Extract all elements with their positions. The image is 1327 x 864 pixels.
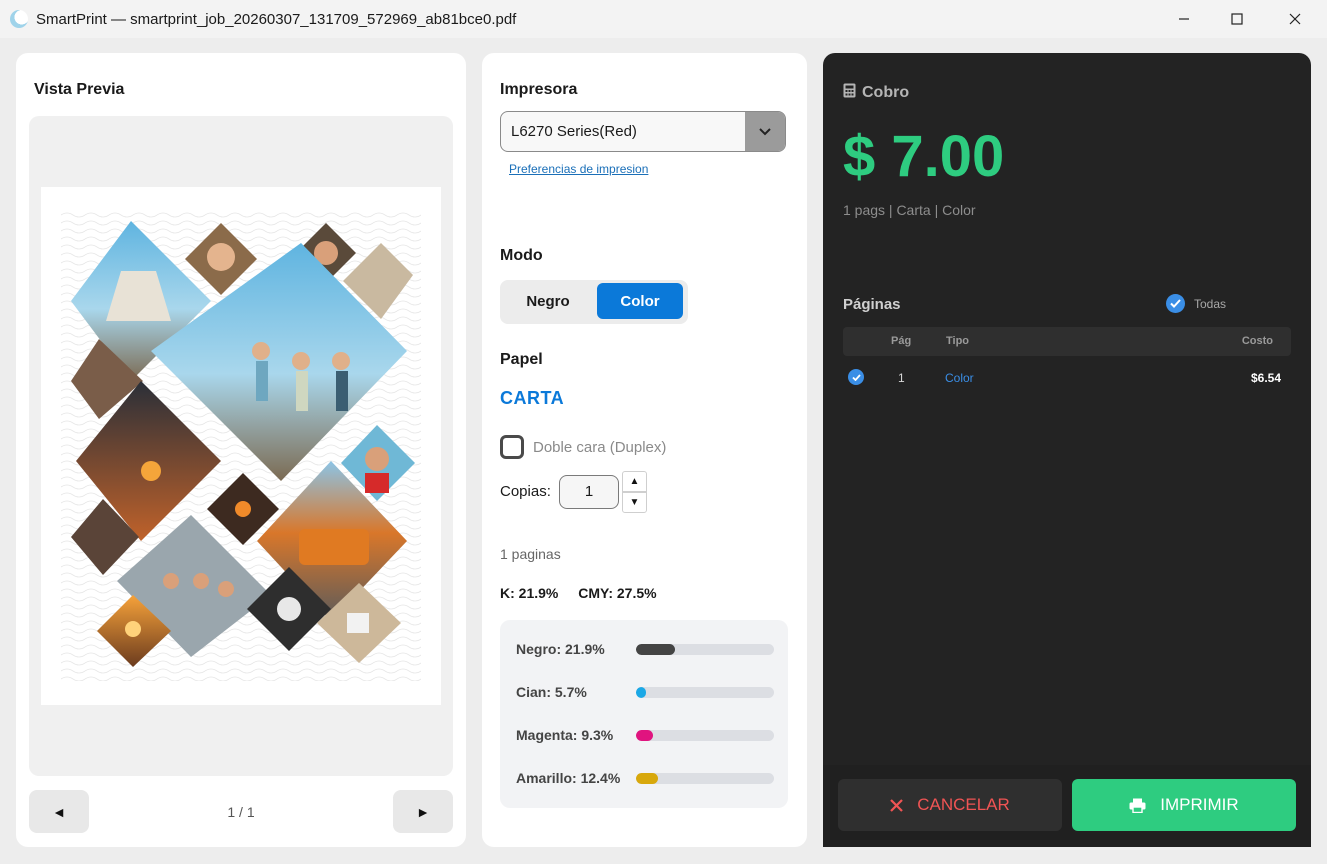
printer-select[interactable]: L6270 Series(Red)	[500, 111, 786, 152]
ink-label: Cian: 5.7%	[516, 684, 587, 700]
printer-select-value: L6270 Series(Red)	[511, 123, 637, 140]
close-icon	[890, 798, 903, 812]
mode-toggle-group: Negro Color	[500, 280, 688, 324]
ink-label: Amarillo: 12.4%	[516, 770, 621, 786]
coverage-cmy: CMY: 27.5%	[578, 585, 657, 601]
duplex-checkbox[interactable]	[500, 435, 524, 459]
billing-title: Cobro	[843, 83, 909, 103]
minimize-icon	[1179, 18, 1189, 20]
window-title: SmartPrint — smartprint_job_20260307_131…	[36, 10, 517, 28]
minimize-button[interactable]	[1157, 0, 1211, 38]
cancel-button-label: CANCELAR	[917, 795, 1010, 814]
copies-increment-button[interactable]: ▲	[622, 471, 647, 492]
billing-panel: Cobro $ 7.00 1 pags | Carta | Color Pági…	[823, 53, 1311, 847]
billing-title-text: Cobro	[862, 84, 910, 101]
ink-bar-fill	[636, 730, 653, 741]
preview-panel: Vista Previa ◄ 1 / 1 ►	[16, 53, 466, 847]
document-page-preview	[41, 187, 441, 705]
row-type: Color	[945, 371, 974, 385]
column-header-cost: Costo	[1241, 335, 1273, 347]
ink-levels-card: Negro: 21.9% Cian: 5.7% Magenta: 9.3% Am…	[500, 620, 788, 808]
next-page-button[interactable]: ►	[393, 790, 453, 833]
ink-bar-track	[636, 773, 774, 784]
pages-count: 1 paginas	[500, 546, 561, 562]
page-counter: 1 / 1	[227, 804, 255, 820]
preview-area	[29, 116, 453, 776]
row-checkbox[interactable]	[848, 369, 864, 385]
duplex-label[interactable]: Doble cara (Duplex)	[533, 439, 666, 456]
column-header-type: Tipo	[946, 335, 970, 347]
photo-collage-image	[61, 211, 421, 681]
close-icon	[1289, 13, 1301, 25]
ink-row-black: Negro: 21.9%	[516, 639, 776, 659]
check-icon	[851, 373, 861, 381]
ink-row-magenta: Magenta: 9.3%	[516, 725, 776, 745]
ink-row-cyan: Cian: 5.7%	[516, 682, 776, 702]
copies-input[interactable]: 1	[559, 475, 619, 509]
ink-bar-track	[636, 644, 774, 655]
preview-title: Vista Previa	[34, 81, 125, 98]
ink-bar-fill	[636, 773, 659, 784]
ink-bar-fill	[636, 644, 676, 655]
ink-label: Negro: 21.9%	[516, 641, 605, 657]
maximize-icon	[1231, 13, 1243, 25]
printing-preferences-link[interactable]: Preferencias de impresion	[509, 162, 648, 176]
copies-label: Copias:	[500, 483, 551, 500]
select-all-checkbox[interactable]	[1166, 294, 1185, 313]
ink-bar-track	[636, 730, 774, 741]
copies-decrement-button[interactable]: ▼	[622, 492, 647, 513]
mode-section-title: Modo	[500, 247, 543, 264]
paper-section-title: Papel	[500, 351, 543, 368]
previous-page-button[interactable]: ◄	[29, 790, 89, 833]
ink-bar-fill	[636, 687, 647, 698]
mode-color-button[interactable]: Color	[597, 283, 683, 319]
app-logo-icon	[10, 10, 28, 28]
paper-size-value[interactable]: CARTA	[500, 388, 564, 409]
ink-bar-track	[636, 687, 774, 698]
title-bar: SmartPrint — smartprint_job_20260307_131…	[0, 0, 1327, 38]
cancel-button[interactable]: CANCELAR	[838, 779, 1062, 831]
close-button[interactable]	[1268, 0, 1322, 38]
arrow-up-icon: ▲	[629, 476, 640, 487]
ink-row-yellow: Amarillo: 12.4%	[516, 768, 776, 788]
chevron-down-icon[interactable]	[745, 112, 785, 151]
select-all-label[interactable]: Todas	[1194, 297, 1226, 311]
column-header-page: Pág	[891, 335, 912, 347]
check-icon	[1170, 299, 1181, 308]
table-row[interactable]: 1 Color $6.54	[843, 363, 1291, 391]
ink-label: Magenta: 9.3%	[516, 727, 614, 743]
row-page: 1	[898, 371, 905, 385]
print-button[interactable]: IMPRIMIR	[1072, 779, 1296, 831]
arrow-down-icon: ▼	[629, 497, 640, 508]
calculator-icon	[843, 83, 856, 103]
settings-panel: Impresora L6270 Series(Red) Preferencias…	[482, 53, 807, 847]
row-cost: $6.54	[1250, 371, 1281, 385]
pages-section-title: Páginas	[843, 296, 901, 313]
ink-coverage-summary: K: 21.9% CMY: 27.5%	[500, 585, 673, 601]
maximize-button[interactable]	[1210, 0, 1264, 38]
coverage-k: K: 21.9%	[500, 585, 559, 601]
printer-icon	[1129, 798, 1146, 813]
total-amount: $ 7.00	[843, 124, 1005, 189]
printer-section-title: Impresora	[500, 81, 578, 98]
job-summary: 1 pags | Carta | Color	[843, 202, 976, 218]
pages-table-header: Pág Tipo Costo	[843, 327, 1291, 356]
mode-black-button[interactable]: Negro	[504, 283, 592, 319]
print-button-label: IMPRIMIR	[1160, 795, 1239, 814]
